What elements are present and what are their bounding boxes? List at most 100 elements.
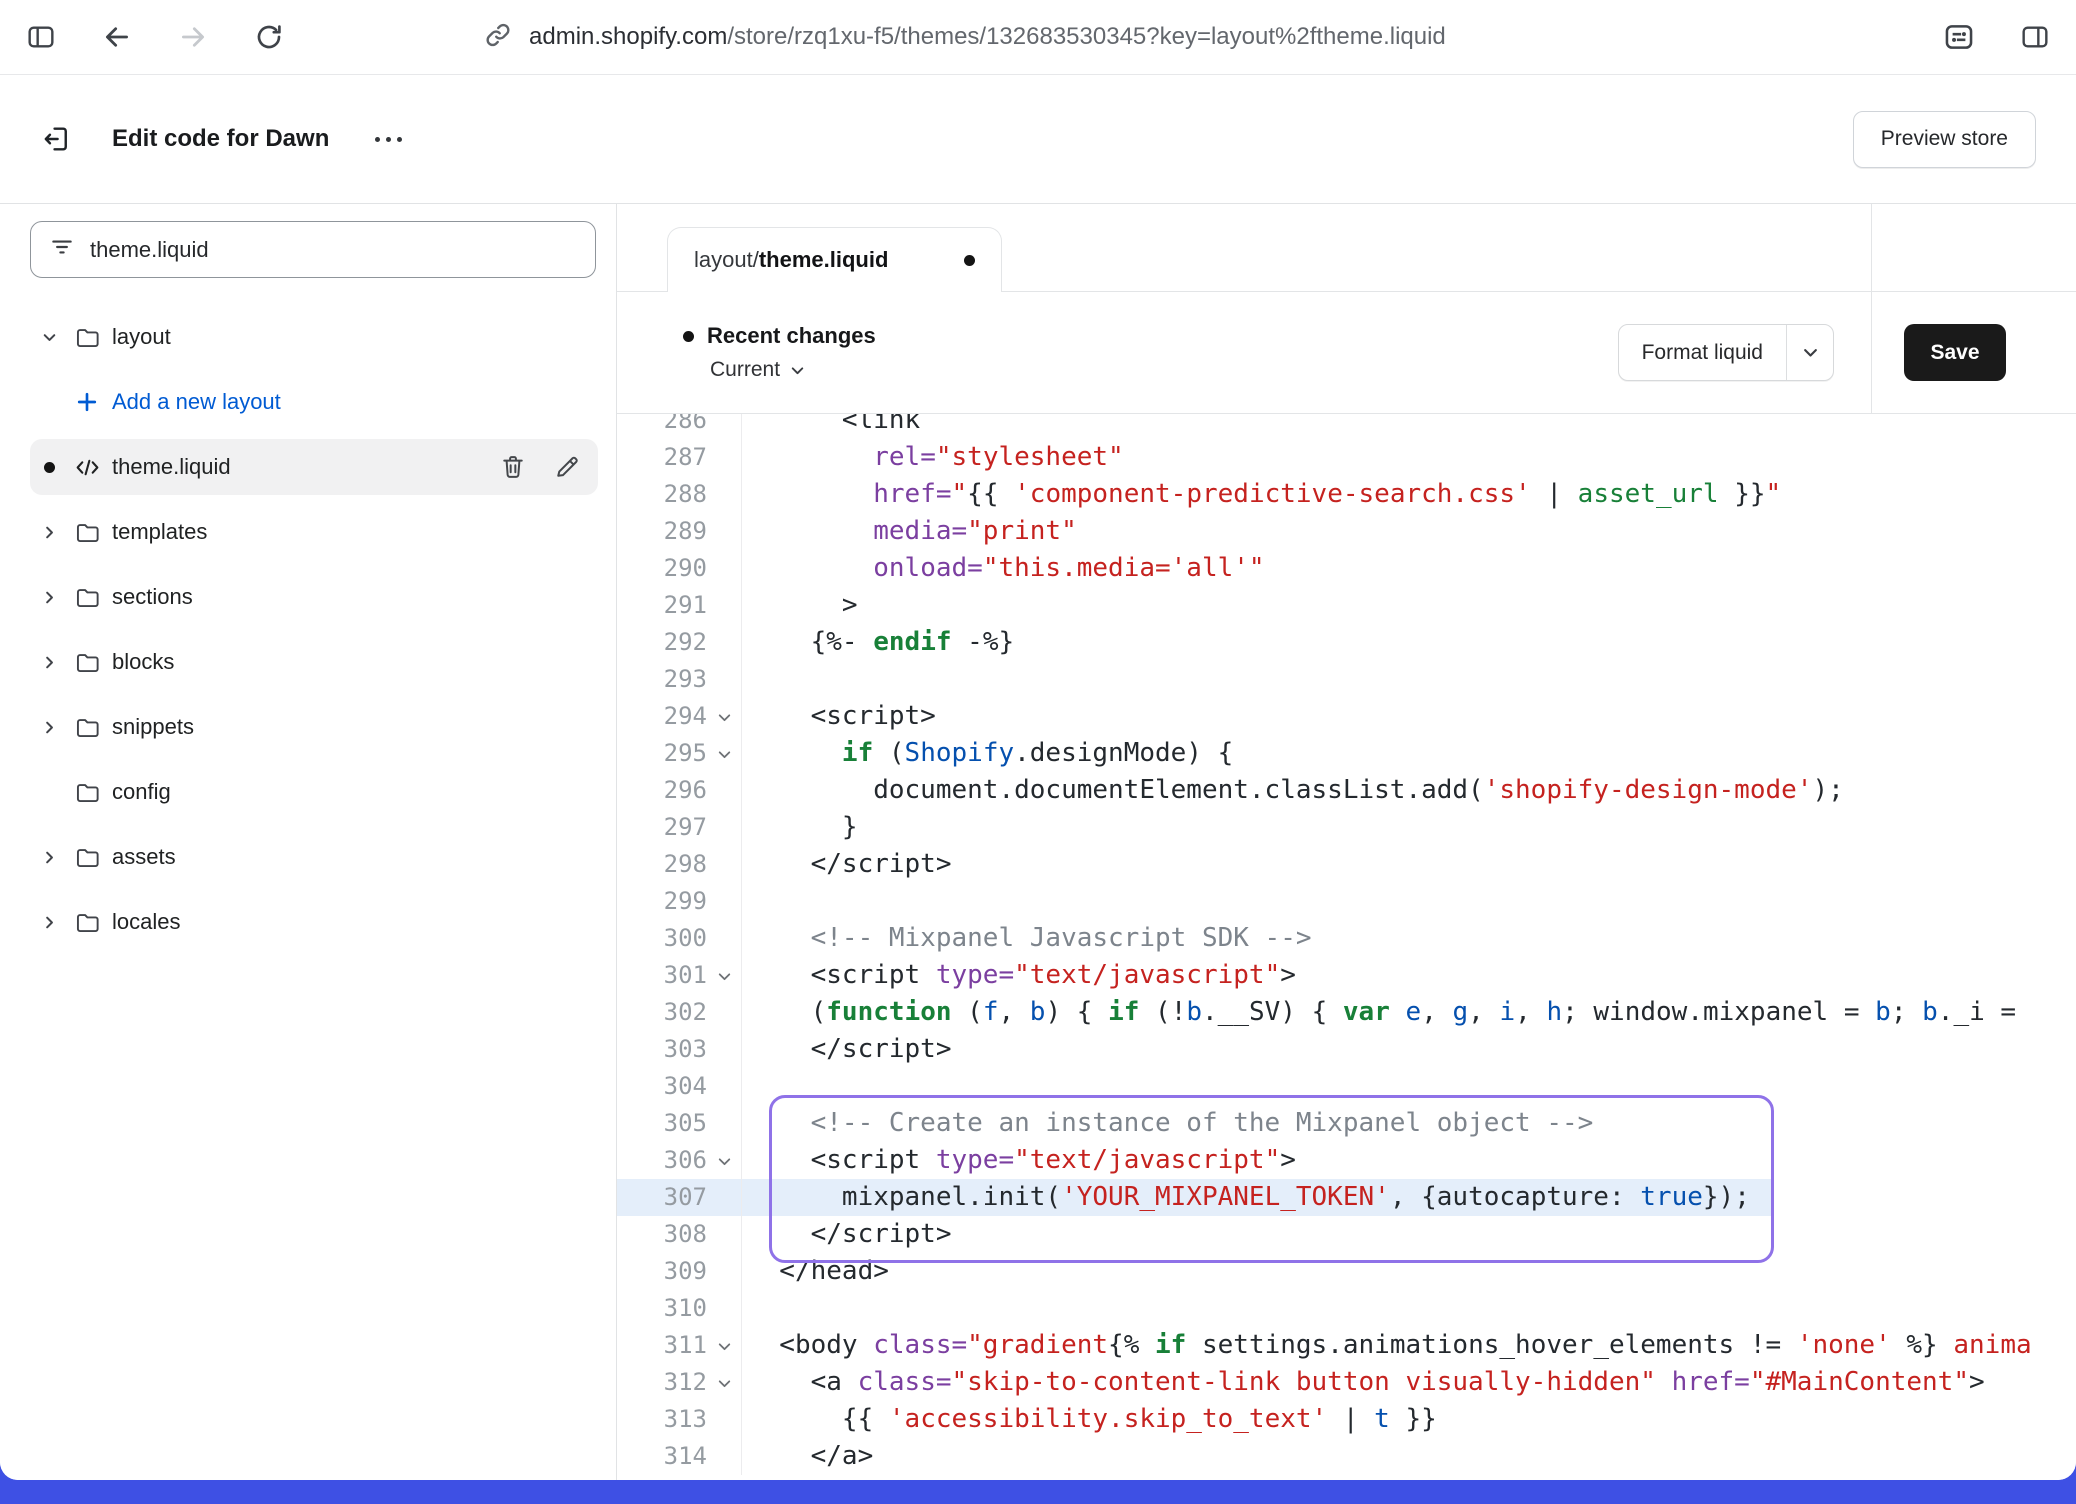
fold-toggle-icon[interactable] [712,707,736,727]
file-search[interactable] [30,221,596,278]
chevron-right-icon[interactable] [30,513,68,551]
code-line-291[interactable]: 291 > [617,587,2076,624]
code-line-292[interactable]: 292 {%- endif -%} [617,624,2076,661]
line-number: 311 [664,1331,707,1359]
exit-icon[interactable] [40,122,74,156]
sidebar-folder-blocks[interactable]: blocks [30,634,598,690]
code-line-310[interactable]: 310 [617,1290,2076,1327]
sidebar-folder-templates[interactable]: templates [30,504,598,560]
code-text: </script> [742,1031,2076,1068]
code-line-294[interactable]: 294 <script> [617,698,2076,735]
sidebar-folder-locales[interactable]: locales [30,894,598,950]
fold-toggle-icon[interactable] [712,1336,736,1356]
code-text: {%- endif -%} [742,624,2076,661]
tab-theme-liquid[interactable]: layout/theme.liquid [667,227,1002,292]
reload-icon[interactable] [252,20,286,54]
folder-icon [68,903,106,941]
code-line-311[interactable]: 311 <body class="gradient{% if settings.… [617,1327,2076,1364]
code-text: <script type="text/javascript"> [742,957,2076,994]
chevron-down-icon[interactable] [30,318,68,356]
code-line-314[interactable]: 314 </a> [617,1438,2076,1475]
code-line-293[interactable]: 293 [617,661,2076,698]
code-line-301[interactable]: 301 <script type="text/javascript"> [617,957,2076,994]
code-line-308[interactable]: 308 </script> [617,1216,2076,1253]
folder-icon [68,773,106,811]
code-line-303[interactable]: 303 </script> [617,1031,2076,1068]
code-line-312[interactable]: 312 <a class="skip-to-content-link butto… [617,1364,2076,1401]
file-tree: layout Add a new layout theme.liquid templa… [0,309,616,950]
chevron-right-icon[interactable] [30,708,68,746]
code-line-295[interactable]: 295 if (Shopify.designMode) { [617,735,2076,772]
sidebar-folder-layout[interactable]: layout [30,309,598,365]
code-line-289[interactable]: 289 media="print" [617,513,2076,550]
code-line-300[interactable]: 300 <!-- Mixpanel Javascript SDK --> [617,920,2076,957]
line-number: 293 [664,665,707,693]
tree-item-label: sections [112,584,193,610]
fold-toggle-icon[interactable] [712,1373,736,1393]
gutter: 308 [617,1216,742,1253]
more-actions-button[interactable] [365,127,412,152]
gutter: 304 [617,1068,742,1105]
code-text: if (Shopify.designMode) { [742,735,2076,772]
code-line-288[interactable]: 288 href="{{ 'component-predictive-searc… [617,476,2076,513]
sidebar-folder-sections[interactable]: sections [30,569,598,625]
chevron-right-icon[interactable] [30,643,68,681]
code-text [742,883,2076,920]
line-number: 295 [664,739,707,767]
search-input[interactable] [90,237,577,263]
line-number: 297 [664,813,707,841]
add-new-layout-button[interactable]: Add a new layout [30,374,598,430]
gutter: 313 [617,1401,742,1438]
chevron-right-icon[interactable] [30,838,68,876]
code-line-296[interactable]: 296 document.documentElement.classList.a… [617,772,2076,809]
code-line-307[interactable]: 307 mixpanel.init('YOUR_MIXPANEL_TOKEN',… [617,1179,2076,1216]
version-dropdown[interactable]: Current [710,358,876,382]
preview-store-button[interactable]: Preview store [1853,111,2036,168]
code-line-306[interactable]: 306 <script type="text/javascript"> [617,1142,2076,1179]
gutter: 311 [617,1327,742,1364]
code-line-309[interactable]: 309 </head> [617,1253,2076,1290]
code-line-313[interactable]: 313 {{ 'accessibility.skip_to_text' | t … [617,1401,2076,1438]
code-text: <!-- Create an instance of the Mixpanel … [742,1105,2076,1142]
recent-changes-heading: Recent changes [683,323,876,349]
app-header: Edit code for Dawn Preview store [0,75,2076,204]
save-button[interactable]: Save [1904,324,2006,381]
code-line-302[interactable]: 302 (function (f, b) { if (!b.__SV) { va… [617,994,2076,1031]
sidebar-folder-config[interactable]: config [30,764,598,820]
code-line-304[interactable]: 304 [617,1068,2076,1105]
code-line-287[interactable]: 287 rel="stylesheet" [617,439,2076,476]
code-line-298[interactable]: 298 </script> [617,846,2076,883]
fold-toggle-icon[interactable] [712,744,736,764]
chevron-right-icon[interactable] [30,903,68,941]
code-line-299[interactable]: 299 [617,883,2076,920]
sidebar-file-theme.liquid[interactable]: theme.liquid [30,439,598,495]
sidebar-toggle-icon[interactable] [24,20,58,54]
address-bar[interactable]: admin.shopify.com/store/rzq1xu-f5/themes… [483,20,1446,55]
rename-file-button[interactable] [552,452,582,482]
format-options-chevron[interactable] [1786,325,1833,380]
fold-toggle-icon[interactable] [712,1151,736,1171]
gutter: 293 [617,661,742,698]
fold-toggle-icon[interactable] [712,966,736,986]
sidebar-folder-assets[interactable]: assets [30,829,598,885]
code-line-286[interactable]: 286 <link [617,414,2076,439]
delete-file-button[interactable] [498,452,528,482]
tree-item-label: layout [112,324,171,350]
code-line-297[interactable]: 297 } [617,809,2076,846]
code-line-290[interactable]: 290 onload="this.media='all'" [617,550,2076,587]
chevron-right-icon[interactable] [30,578,68,616]
code-area[interactable]: 286 <link287 rel="stylesheet"288 href="{… [617,414,2076,1480]
code-text: rel="stylesheet" [742,439,2076,476]
sidebar-folder-snippets[interactable]: snippets [30,699,598,755]
gutter: 298 [617,846,742,883]
line-number: 304 [664,1072,707,1100]
format-liquid-button[interactable]: Format liquid [1618,324,1834,381]
code-line-305[interactable]: 305 <!-- Create an instance of the Mixpa… [617,1105,2076,1142]
extensions-icon[interactable] [1942,20,1976,54]
folder-icon [68,513,106,551]
side-panel-icon[interactable] [2018,20,2052,54]
browser-chrome: admin.shopify.com/store/rzq1xu-f5/themes… [0,0,2076,75]
back-icon[interactable] [100,20,134,54]
gutter: 289 [617,513,742,550]
code-text: <body class="gradient{% if settings.anim… [742,1327,2076,1364]
